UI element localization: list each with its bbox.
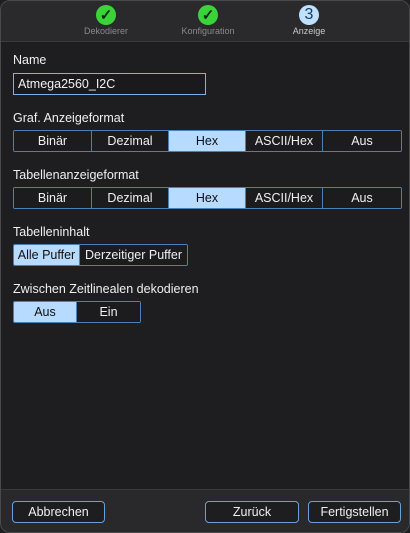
table-format-option[interactable]: Aus: [323, 188, 401, 208]
cancel-button[interactable]: Abbrechen: [12, 501, 105, 523]
decode-between-segmented-control: Aus Ein: [13, 301, 141, 323]
decode-between-label: Zwischen Zeitlinealen dekodieren: [13, 282, 199, 296]
graf-format-option[interactable]: Aus: [323, 131, 401, 151]
table-format-option-selected[interactable]: Hex: [169, 188, 246, 208]
table-content-option[interactable]: Derzeitiger Puffer: [80, 245, 187, 265]
checkmark-icon: ✓: [198, 5, 218, 25]
graf-format-option[interactable]: Dezimal: [92, 131, 169, 151]
decode-between-option[interactable]: Ein: [77, 302, 140, 322]
finish-button[interactable]: Fertigstellen: [308, 501, 401, 523]
wizard-stepper: ✓ Dekodierer ✓ Konfiguration 3 Anzeige: [1, 1, 409, 42]
name-label: Name: [13, 53, 47, 67]
table-format-option[interactable]: Binär: [14, 188, 92, 208]
graf-format-option-selected[interactable]: Hex: [169, 131, 246, 151]
step-number-badge: 3: [299, 5, 319, 25]
checkmark-icon: ✓: [96, 5, 116, 25]
table-content-label: Tabelleninhalt: [13, 225, 90, 239]
graf-format-segmented-control: Binär Dezimal Hex ASCII/Hex Aus: [13, 130, 402, 152]
graf-format-label: Graf. Anzeigeformat: [13, 111, 125, 125]
graf-format-option[interactable]: Binär: [14, 131, 92, 151]
configuration-dialog: ✓ Dekodierer ✓ Konfiguration 3 Anzeige N…: [0, 0, 410, 533]
decode-between-option-selected[interactable]: Aus: [14, 302, 77, 322]
table-format-label: Tabellenanzeigeformat: [13, 168, 139, 182]
table-content-segmented-control: Alle Puffer Derzeitiger Puffer: [13, 244, 188, 266]
dialog-footer: Abbrechen Zurück Fertigstellen: [1, 489, 409, 532]
table-format-option[interactable]: ASCII/Hex: [246, 188, 323, 208]
table-format-option[interactable]: Dezimal: [92, 188, 169, 208]
table-format-segmented-control: Binär Dezimal Hex ASCII/Hex Aus: [13, 187, 402, 209]
graf-format-option[interactable]: ASCII/Hex: [246, 131, 323, 151]
step-label: Anzeige: [292, 26, 326, 36]
name-field[interactable]: Atmega2560_I2C: [13, 73, 206, 95]
step-display[interactable]: 3 Anzeige: [249, 5, 369, 36]
back-button[interactable]: Zurück: [205, 501, 299, 523]
table-content-option-selected[interactable]: Alle Puffer: [14, 245, 80, 265]
